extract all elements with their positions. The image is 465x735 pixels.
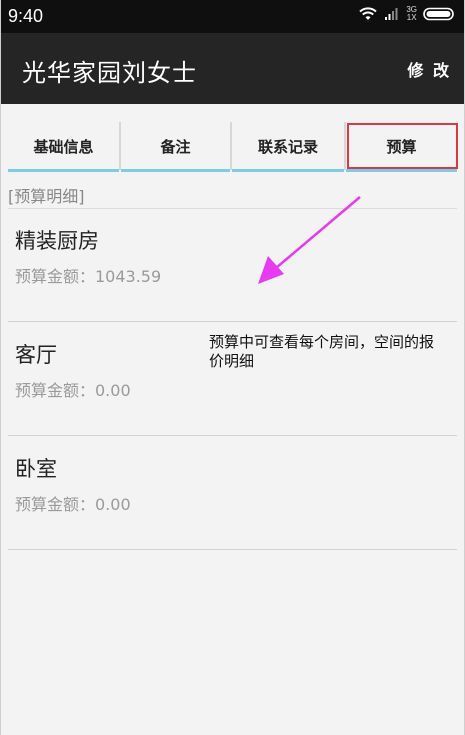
tab-notes[interactable]: 备注 [121, 120, 230, 172]
tab-contact-records[interactable]: 联系记录 [232, 120, 344, 172]
action-bar: 光华家园刘女士 修 改 [0, 33, 465, 104]
tab-budget[interactable]: 预算 [346, 120, 457, 172]
room-name: 客厅 [15, 343, 57, 367]
room-name: 卧室 [15, 457, 57, 481]
tab-label: 预算 [386, 137, 417, 156]
divider [8, 435, 457, 436]
wifi-icon [359, 7, 378, 20]
divider [8, 549, 457, 550]
tab-label: 备注 [160, 137, 191, 156]
tab-label: 基础信息 [33, 137, 94, 156]
signal-icon [385, 8, 398, 20]
room-budget-amount: 预算金额：0.00 [15, 381, 131, 400]
list-item[interactable]: 卧室 预算金额：0.00 [0, 437, 465, 550]
status-icons: 3G 1X [358, 6, 457, 22]
network-type-label: 3G 1X [406, 5, 417, 22]
tab-underline [8, 169, 119, 172]
page-title: 光华家园刘女士 [22, 59, 197, 87]
tab-underline [232, 169, 344, 172]
tab-underline [121, 169, 230, 172]
tab-underline [346, 169, 457, 172]
room-name: 精装厨房 [15, 229, 99, 253]
divider [8, 321, 457, 322]
room-budget-amount: 预算金额：0.00 [15, 495, 131, 514]
list-item[interactable]: 精装厨房 预算金额：1043.59 [0, 209, 465, 322]
tab-basic-info[interactable]: 基础信息 [8, 120, 119, 172]
section-header: [预算明细] [8, 187, 85, 206]
status-bar: 9:40 3G 1X [0, 0, 465, 33]
status-time: 9:40 [8, 6, 44, 26]
room-budget-amount: 预算金额：1043.59 [15, 267, 162, 286]
edit-button[interactable]: 修 改 [407, 57, 451, 81]
battery-icon [423, 7, 454, 21]
tab-label: 联系记录 [257, 137, 318, 156]
tab-bar: 基础信息 备注 联系记录 预算 [0, 120, 465, 172]
annotation-text: 预算中可查看每个房间，空间的报价明细 [209, 334, 435, 370]
